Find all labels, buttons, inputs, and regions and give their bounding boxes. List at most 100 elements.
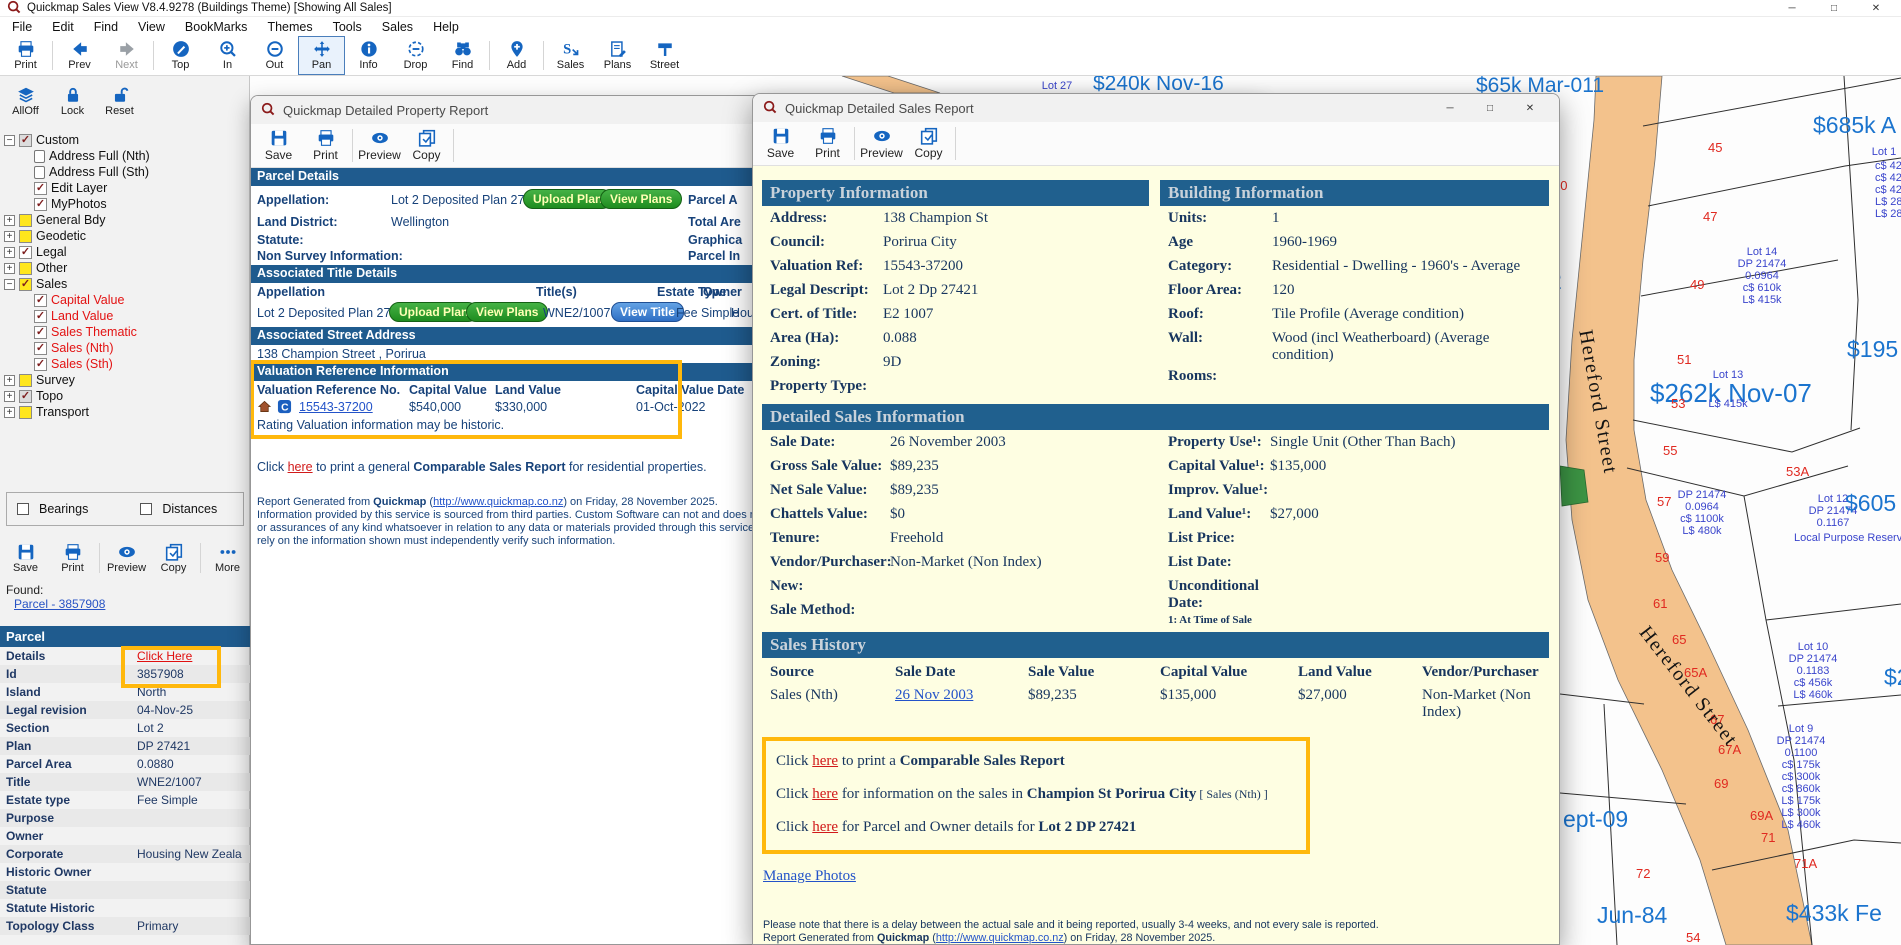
valuation-ref-link[interactable]: 15543-37200: [299, 400, 373, 414]
sales-preview-button[interactable]: Preview: [858, 122, 905, 165]
menu-edit[interactable]: Edit: [42, 20, 84, 34]
tree-item-sales-nth[interactable]: ✓Sales (Nth): [0, 340, 248, 356]
checked-layer-icon[interactable]: ✓: [19, 134, 32, 147]
tree-item-survey[interactable]: +Survey: [0, 372, 248, 388]
sales-report-titlebar[interactable]: Quickmap Detailed Sales Report ─ □ ✕: [753, 94, 1559, 122]
checked-layer-icon[interactable]: ✓: [34, 358, 47, 371]
bearings-checkbox[interactable]: [17, 503, 29, 515]
menu-find[interactable]: Find: [84, 20, 128, 34]
tree-item-capital-value[interactable]: ✓Capital Value: [0, 292, 248, 308]
panel-copy-button[interactable]: Copy: [150, 538, 197, 578]
unchecked-layer-icon[interactable]: [19, 374, 32, 387]
close-icon[interactable]: ✕: [1855, 3, 1897, 14]
toolbar-print-button[interactable]: Print: [2, 36, 49, 75]
expand-icon[interactable]: +: [4, 391, 15, 402]
layer-alloff-button[interactable]: AllOff: [2, 79, 49, 123]
tree-item-land-value[interactable]: ✓Land Value: [0, 308, 248, 324]
minimize-icon[interactable]: ─: [1771, 3, 1813, 14]
tree-item-general-bdy[interactable]: +General Bdy: [0, 212, 248, 228]
sales-copy-button[interactable]: Copy: [905, 122, 952, 165]
menu-bookmarks[interactable]: BookMarks: [175, 20, 258, 34]
toolbar-drop-button[interactable]: Drop: [392, 36, 439, 75]
sales-save-button[interactable]: Save: [757, 122, 804, 165]
toolbar-sales-button[interactable]: SSales: [547, 36, 594, 75]
unchecked-layer-icon[interactable]: [19, 262, 32, 275]
checked-layer-icon[interactable]: ✓: [19, 278, 32, 291]
checked-layer-icon[interactable]: ✓: [34, 182, 47, 195]
checked-layer-icon[interactable]: ✓: [34, 198, 47, 211]
tree-item-sales-sth[interactable]: ✓Sales (Sth): [0, 356, 248, 372]
tree-item-geodetic[interactable]: +Geodetic: [0, 228, 248, 244]
toolbar-prev-button[interactable]: Prev: [56, 36, 103, 75]
tree-item-sales-thematic[interactable]: ✓Sales Thematic: [0, 324, 248, 340]
expand-icon[interactable]: +: [4, 263, 15, 274]
toolbar-add-button[interactable]: Add: [493, 36, 540, 75]
collapse-icon[interactable]: −: [4, 279, 15, 290]
upload-plan-button[interactable]: Upload Plan: [523, 189, 612, 209]
tree-item-legal[interactable]: +✓Legal: [0, 244, 248, 260]
menu-tools[interactable]: Tools: [323, 20, 372, 34]
checked-layer-icon[interactable]: ✓: [34, 294, 47, 307]
upload-plan-button-2[interactable]: Upload Plan: [389, 302, 478, 322]
property-save-button[interactable]: Save: [255, 124, 302, 167]
tree-item-topo[interactable]: +✓Topo: [0, 388, 248, 404]
menu-sales[interactable]: Sales: [372, 20, 423, 34]
property-preview-button[interactable]: Preview: [356, 124, 403, 167]
quickmap-url-link[interactable]: http://www.quickmap.co.nz: [433, 496, 563, 508]
checked-layer-icon[interactable]: ✓: [19, 390, 32, 403]
toolbar-find-button[interactable]: Find: [439, 36, 486, 75]
here-link[interactable]: here: [812, 819, 838, 835]
here-link[interactable]: here: [812, 753, 838, 769]
property-copy-button[interactable]: Copy: [403, 124, 450, 167]
tree-item-sales[interactable]: −✓Sales: [0, 276, 248, 292]
layer-lock-button[interactable]: Lock: [49, 79, 96, 123]
layer-reset-button[interactable]: Reset: [96, 79, 143, 123]
property-print-button[interactable]: Print: [302, 124, 349, 167]
toolbar-next-button[interactable]: Next: [103, 36, 150, 75]
panel-save-button[interactable]: Save: [2, 538, 49, 578]
panel-more-button[interactable]: More: [204, 538, 251, 578]
view-plans-button[interactable]: View Plans: [600, 189, 682, 209]
view-plans-button-2[interactable]: View Plans: [466, 302, 548, 322]
tree-item-transport[interactable]: +Transport: [0, 404, 248, 420]
panel-print-button[interactable]: Print: [49, 538, 96, 578]
expand-icon[interactable]: +: [4, 247, 15, 258]
menu-view[interactable]: View: [128, 20, 175, 34]
toolbar-out-button[interactable]: Out: [251, 36, 298, 75]
manage-photos-link[interactable]: Manage Photos: [763, 868, 856, 885]
tree-item-edit-layer[interactable]: ✓Edit Layer: [0, 180, 248, 196]
layer-page-icon[interactable]: [34, 150, 45, 163]
tree-item-address-full-nth[interactable]: Address Full (Nth): [0, 148, 248, 164]
collapse-icon[interactable]: −: [4, 135, 15, 146]
checked-layer-icon[interactable]: ✓: [19, 246, 32, 259]
close-icon[interactable]: ✕: [1517, 103, 1543, 114]
minimize-icon[interactable]: ─: [1437, 103, 1463, 114]
expand-icon[interactable]: +: [4, 407, 15, 418]
menu-help[interactable]: Help: [423, 20, 469, 34]
tree-item-custom[interactable]: −✓Custom: [0, 132, 248, 148]
cell-sale-date[interactable]: 26 Nov 2003: [895, 687, 1028, 721]
quickmap-url-link[interactable]: http://www.quickmap.co.nz: [936, 932, 1064, 944]
sales-print-button[interactable]: Print: [804, 122, 851, 165]
distances-checkbox[interactable]: [140, 503, 152, 515]
checked-layer-icon[interactable]: ✓: [34, 342, 47, 355]
toolbar-in-button[interactable]: In: [204, 36, 251, 75]
expand-icon[interactable]: +: [4, 231, 15, 242]
unchecked-layer-icon[interactable]: [19, 406, 32, 419]
toolbar-plans-button[interactable]: Plans: [594, 36, 641, 75]
here-link[interactable]: here: [288, 460, 313, 474]
panel-preview-button[interactable]: Preview: [103, 538, 150, 578]
expand-icon[interactable]: +: [4, 375, 15, 386]
unchecked-layer-icon[interactable]: [19, 230, 32, 243]
toolbar-top-button[interactable]: Top: [157, 36, 204, 75]
layer-page-icon[interactable]: [34, 166, 45, 179]
maximize-icon[interactable]: □: [1813, 3, 1855, 14]
checked-layer-icon[interactable]: ✓: [34, 310, 47, 323]
maximize-icon[interactable]: □: [1477, 103, 1503, 114]
menu-file[interactable]: File: [2, 20, 42, 34]
unchecked-layer-icon[interactable]: [19, 214, 32, 227]
view-title-button[interactable]: View Title: [611, 302, 684, 322]
toolbar-info-button[interactable]: Info: [345, 36, 392, 75]
found-parcel-link[interactable]: Parcel - 3857908: [14, 597, 105, 611]
toolbar-street-button[interactable]: Street: [641, 36, 688, 75]
